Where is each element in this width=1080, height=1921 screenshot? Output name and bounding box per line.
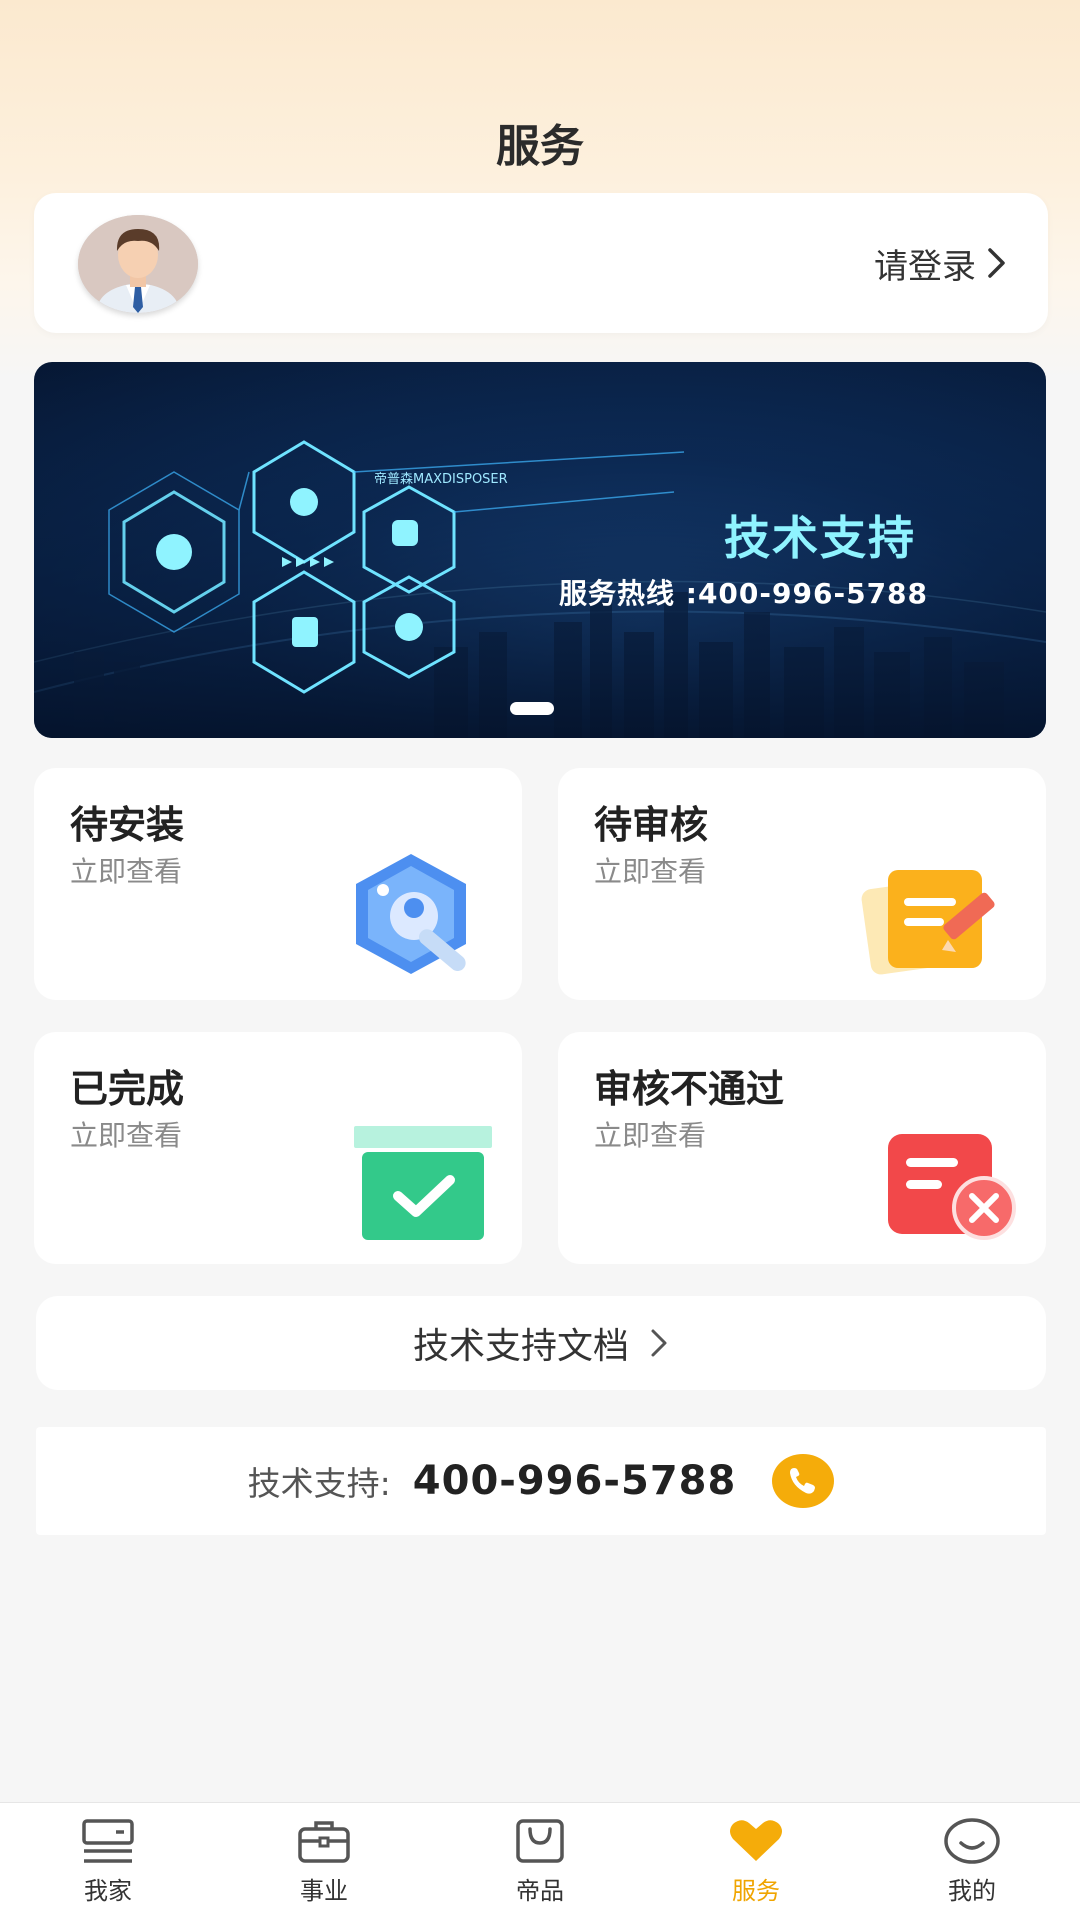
shopping-bag-icon: [516, 1819, 564, 1863]
bottom-tab-bar: 我家 事业 帝品 服务 我的: [0, 1802, 1080, 1921]
document-pen-icon: [860, 858, 1020, 982]
tab-service[interactable]: 服务: [648, 1803, 864, 1921]
banner-hotline: 服务热线 :400-996-5788: [559, 577, 929, 610]
carousel-indicator[interactable]: [510, 702, 554, 715]
box-check-icon: [352, 1124, 496, 1246]
tech-support-banner[interactable]: 帝普森MAXDISPOSER 技术支持 服务热线 :400-996-5788: [34, 362, 1046, 738]
home-icon: [82, 1819, 134, 1863]
card-title: 待安装: [70, 803, 185, 847]
card-pending-review[interactable]: 待审核 立即查看: [558, 768, 1046, 1000]
card-completed[interactable]: 已完成 立即查看: [34, 1032, 522, 1264]
tab-label: 事业: [300, 1877, 348, 1905]
support-number[interactable]: 400-996-5788: [413, 1458, 737, 1504]
wrench-hexagon-icon: [346, 848, 496, 982]
tech-docs-link[interactable]: 技术支持文档: [36, 1296, 1046, 1390]
tab-label: 我家: [84, 1877, 132, 1905]
chevron-right-icon: [651, 1329, 667, 1357]
banner-brand: 帝普森MAXDISPOSER: [374, 472, 508, 487]
chevron-right-icon: [988, 248, 1005, 278]
phone-icon: [790, 1468, 816, 1494]
card-subtitle: 立即查看: [70, 855, 183, 888]
tab-mine[interactable]: 我的: [864, 1803, 1080, 1921]
call-button[interactable]: [772, 1454, 835, 1508]
card-review-rejected[interactable]: 审核不通过 立即查看: [558, 1032, 1046, 1264]
smile-icon: [944, 1818, 1000, 1864]
document-reject-icon: [880, 1130, 1020, 1246]
card-title: 审核不通过: [594, 1067, 785, 1111]
heart-icon: [730, 1820, 782, 1861]
login-card[interactable]: 请登录: [34, 193, 1048, 333]
card-subtitle: 立即查看: [594, 1119, 707, 1152]
card-title: 已完成: [70, 1067, 185, 1111]
card-subtitle: 立即查看: [70, 1119, 183, 1152]
card-title: 待审核: [594, 803, 709, 847]
card-pending-install[interactable]: 待安装 立即查看: [34, 768, 522, 1000]
login-link[interactable]: 请登录: [874, 238, 1008, 288]
tech-docs-label: 技术支持文档: [412, 1326, 629, 1367]
tab-home[interactable]: 我家: [0, 1803, 216, 1921]
banner-title: 技术支持: [724, 511, 916, 565]
tab-products[interactable]: 帝品: [432, 1803, 648, 1921]
avatar[interactable]: [78, 215, 198, 313]
page-title: 服务: [496, 121, 584, 172]
login-label: 请登录: [874, 246, 976, 287]
tab-label: 帝品: [516, 1877, 564, 1905]
tab-label: 服务: [732, 1877, 780, 1905]
card-subtitle: 立即查看: [594, 855, 707, 888]
tab-business[interactable]: 事业: [216, 1803, 432, 1921]
tab-label: 我的: [948, 1877, 996, 1905]
support-label: 技术支持:: [247, 1464, 391, 1503]
briefcase-icon: [298, 1821, 350, 1863]
support-hotline: 技术支持: 400-996-5788: [36, 1427, 1046, 1535]
